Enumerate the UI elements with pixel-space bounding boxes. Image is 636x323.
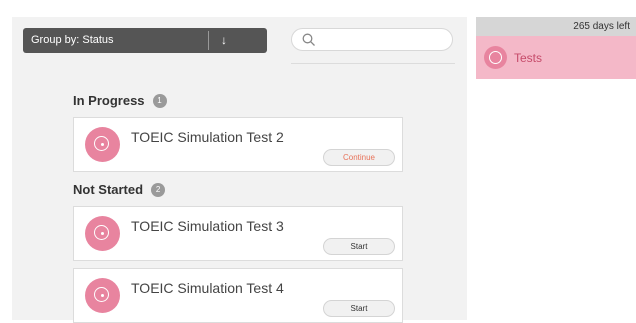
days-left-bar: 265 days left	[476, 17, 636, 36]
group-by-dropdown[interactable]: Group by: Status ↓	[23, 28, 267, 53]
search-input[interactable]	[291, 28, 453, 51]
search-divider	[291, 63, 455, 64]
count-badge: 2	[151, 182, 166, 197]
test-icon	[85, 216, 120, 251]
section-title: In Progress	[73, 93, 145, 108]
section-not-started: Not Started 2	[73, 182, 166, 197]
test-title: TOEIC Simulation Test 2	[131, 129, 284, 145]
test-icon	[85, 127, 120, 162]
sidebar-item-tests[interactable]: Tests	[476, 36, 636, 79]
test-icon	[85, 278, 120, 313]
right-sidebar: 265 days left Tests	[476, 17, 636, 320]
start-button[interactable]: Start	[323, 238, 395, 255]
section-in-progress: In Progress 1	[73, 93, 167, 108]
top-strip	[0, 0, 636, 17]
down-arrow-icon[interactable]: ↓	[209, 28, 239, 53]
group-by-label: Group by: Status	[31, 34, 114, 46]
search-icon	[302, 33, 315, 46]
section-title: Not Started	[73, 182, 144, 197]
test-icon	[484, 46, 507, 69]
test-card[interactable]: TOEIC Simulation Test 4 Start	[73, 268, 403, 323]
count-badge: 1	[152, 93, 167, 108]
test-title: TOEIC Simulation Test 4	[131, 280, 284, 296]
start-button[interactable]: Start	[323, 300, 395, 317]
test-card[interactable]: TOEIC Simulation Test 3 Start	[73, 206, 403, 261]
sidebar-item-label: Tests	[514, 51, 543, 65]
test-card[interactable]: TOEIC Simulation Test 2 Continue	[73, 117, 403, 172]
test-title: TOEIC Simulation Test 3	[131, 218, 284, 234]
main-panel: Group by: Status ↓ In Progress 1 TOEIC S…	[12, 17, 467, 323]
continue-button[interactable]: Continue	[323, 149, 395, 166]
